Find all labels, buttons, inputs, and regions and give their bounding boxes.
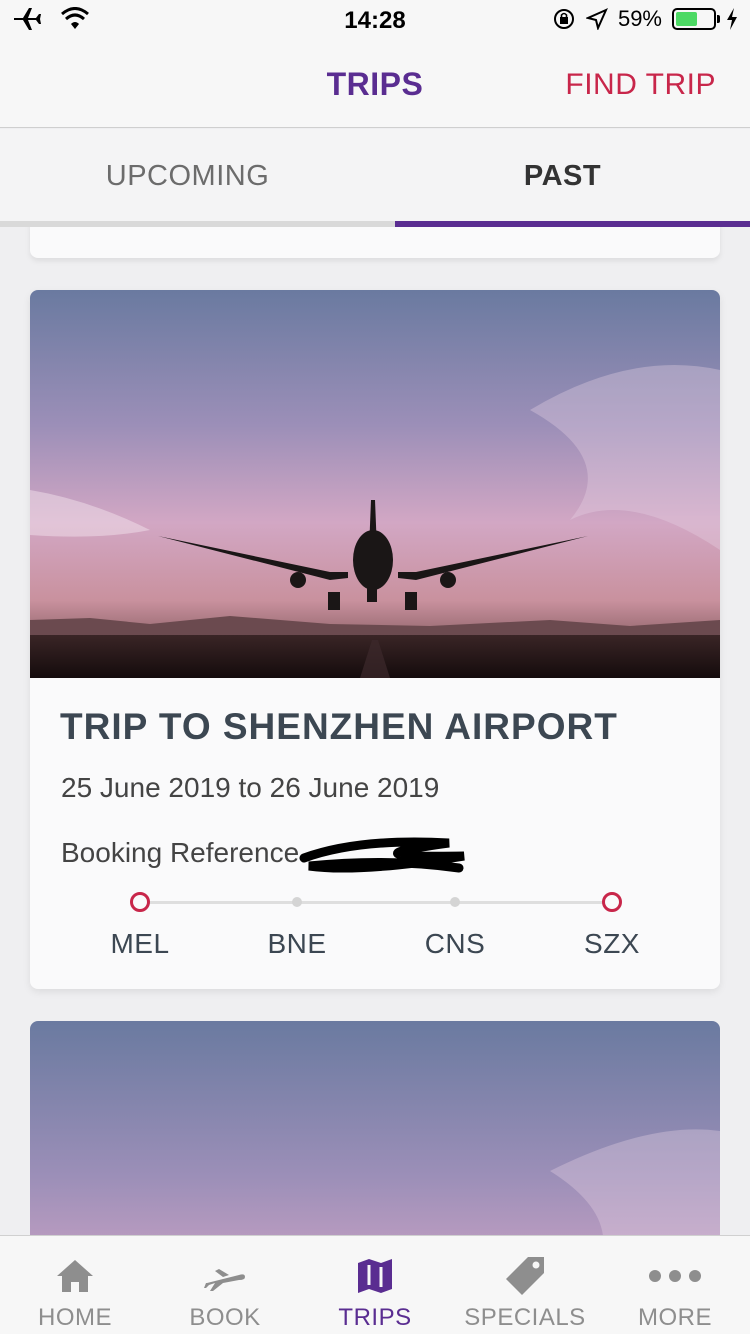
route-stop: BNE: [247, 890, 347, 960]
trip-dates: 25 June 2019 to 26 June 2019: [61, 772, 440, 803]
destination-marker: [602, 892, 622, 912]
redaction-scribble: [299, 837, 465, 873]
tag-icon: [506, 1257, 544, 1295]
trip-title: TRIP TO SHENZHEN AIRPORT: [60, 706, 618, 747]
trip-image: [30, 290, 720, 678]
route-line: [140, 901, 612, 904]
tabbar-label: BOOK: [189, 1304, 261, 1331]
origin-marker: [130, 892, 150, 912]
route-stop: CNS: [405, 890, 505, 960]
tabbar-label: HOME: [38, 1304, 112, 1331]
find-trip-button[interactable]: FIND TRIP: [565, 68, 716, 102]
tab-upcoming[interactable]: UPCOMING: [0, 129, 375, 227]
tab-past[interactable]: PAST: [375, 129, 750, 227]
charging-icon: [727, 8, 737, 30]
tabbar-label: SPECIALS: [464, 1304, 586, 1331]
route-timeline: MEL BNE CNS SZX: [60, 890, 690, 960]
trip-card[interactable]: TRIP TO SHENZHEN AIRPORT 25 June 2019 to…: [30, 290, 720, 989]
previous-trip-card[interactable]: [30, 227, 720, 258]
orientation-lock-icon: [553, 9, 574, 29]
stop-code: BNE: [267, 928, 327, 959]
booking-reference-label: Booking Reference: [61, 837, 300, 868]
booking-reference: Booking Reference: [61, 828, 469, 878]
location-icon: [585, 8, 608, 30]
more-icon: [649, 1270, 701, 1282]
tabbar-item-trips[interactable]: TRIPS: [300, 1236, 450, 1334]
battery-percent: 59%: [617, 6, 662, 31]
tabbar-item-specials[interactable]: SPECIALS: [450, 1236, 600, 1334]
next-trip-card[interactable]: [30, 1021, 720, 1235]
tabbar-item-book[interactable]: BOOK: [150, 1236, 300, 1334]
tabbar-label: TRIPS: [338, 1304, 412, 1331]
stop-code: MEL: [110, 928, 170, 959]
status-right: 59%: [552, 6, 738, 32]
status-bar: 14:28 59%: [0, 0, 750, 40]
battery-level: [676, 12, 698, 26]
plane-icon: [204, 1269, 245, 1291]
tabbar-item-home[interactable]: HOME: [0, 1236, 150, 1334]
tabbar-item-more[interactable]: MORE: [600, 1236, 750, 1334]
stopover-marker: [292, 897, 302, 907]
route-stop-destination: SZX: [562, 890, 662, 960]
stopover-marker: [450, 897, 460, 907]
battery-icon: [672, 8, 720, 30]
trip-tabs: UPCOMING PAST: [0, 129, 750, 227]
trip-image: [30, 1021, 720, 1235]
route-stop-origin: MEL: [90, 890, 190, 960]
stop-code: SZX: [584, 928, 640, 959]
tabbar-label: MORE: [638, 1304, 712, 1331]
map-icon: [358, 1259, 392, 1293]
bottom-tab-bar: HOME BOOK TRIPS SPECIALS MORE: [0, 1235, 750, 1334]
home-icon: [57, 1260, 93, 1292]
stop-code: CNS: [424, 928, 486, 959]
navigation-bar: TRIPS FIND TRIP: [0, 40, 750, 128]
trip-list[interactable]: TRIP TO SHENZHEN AIRPORT 25 June 2019 to…: [0, 227, 750, 1235]
